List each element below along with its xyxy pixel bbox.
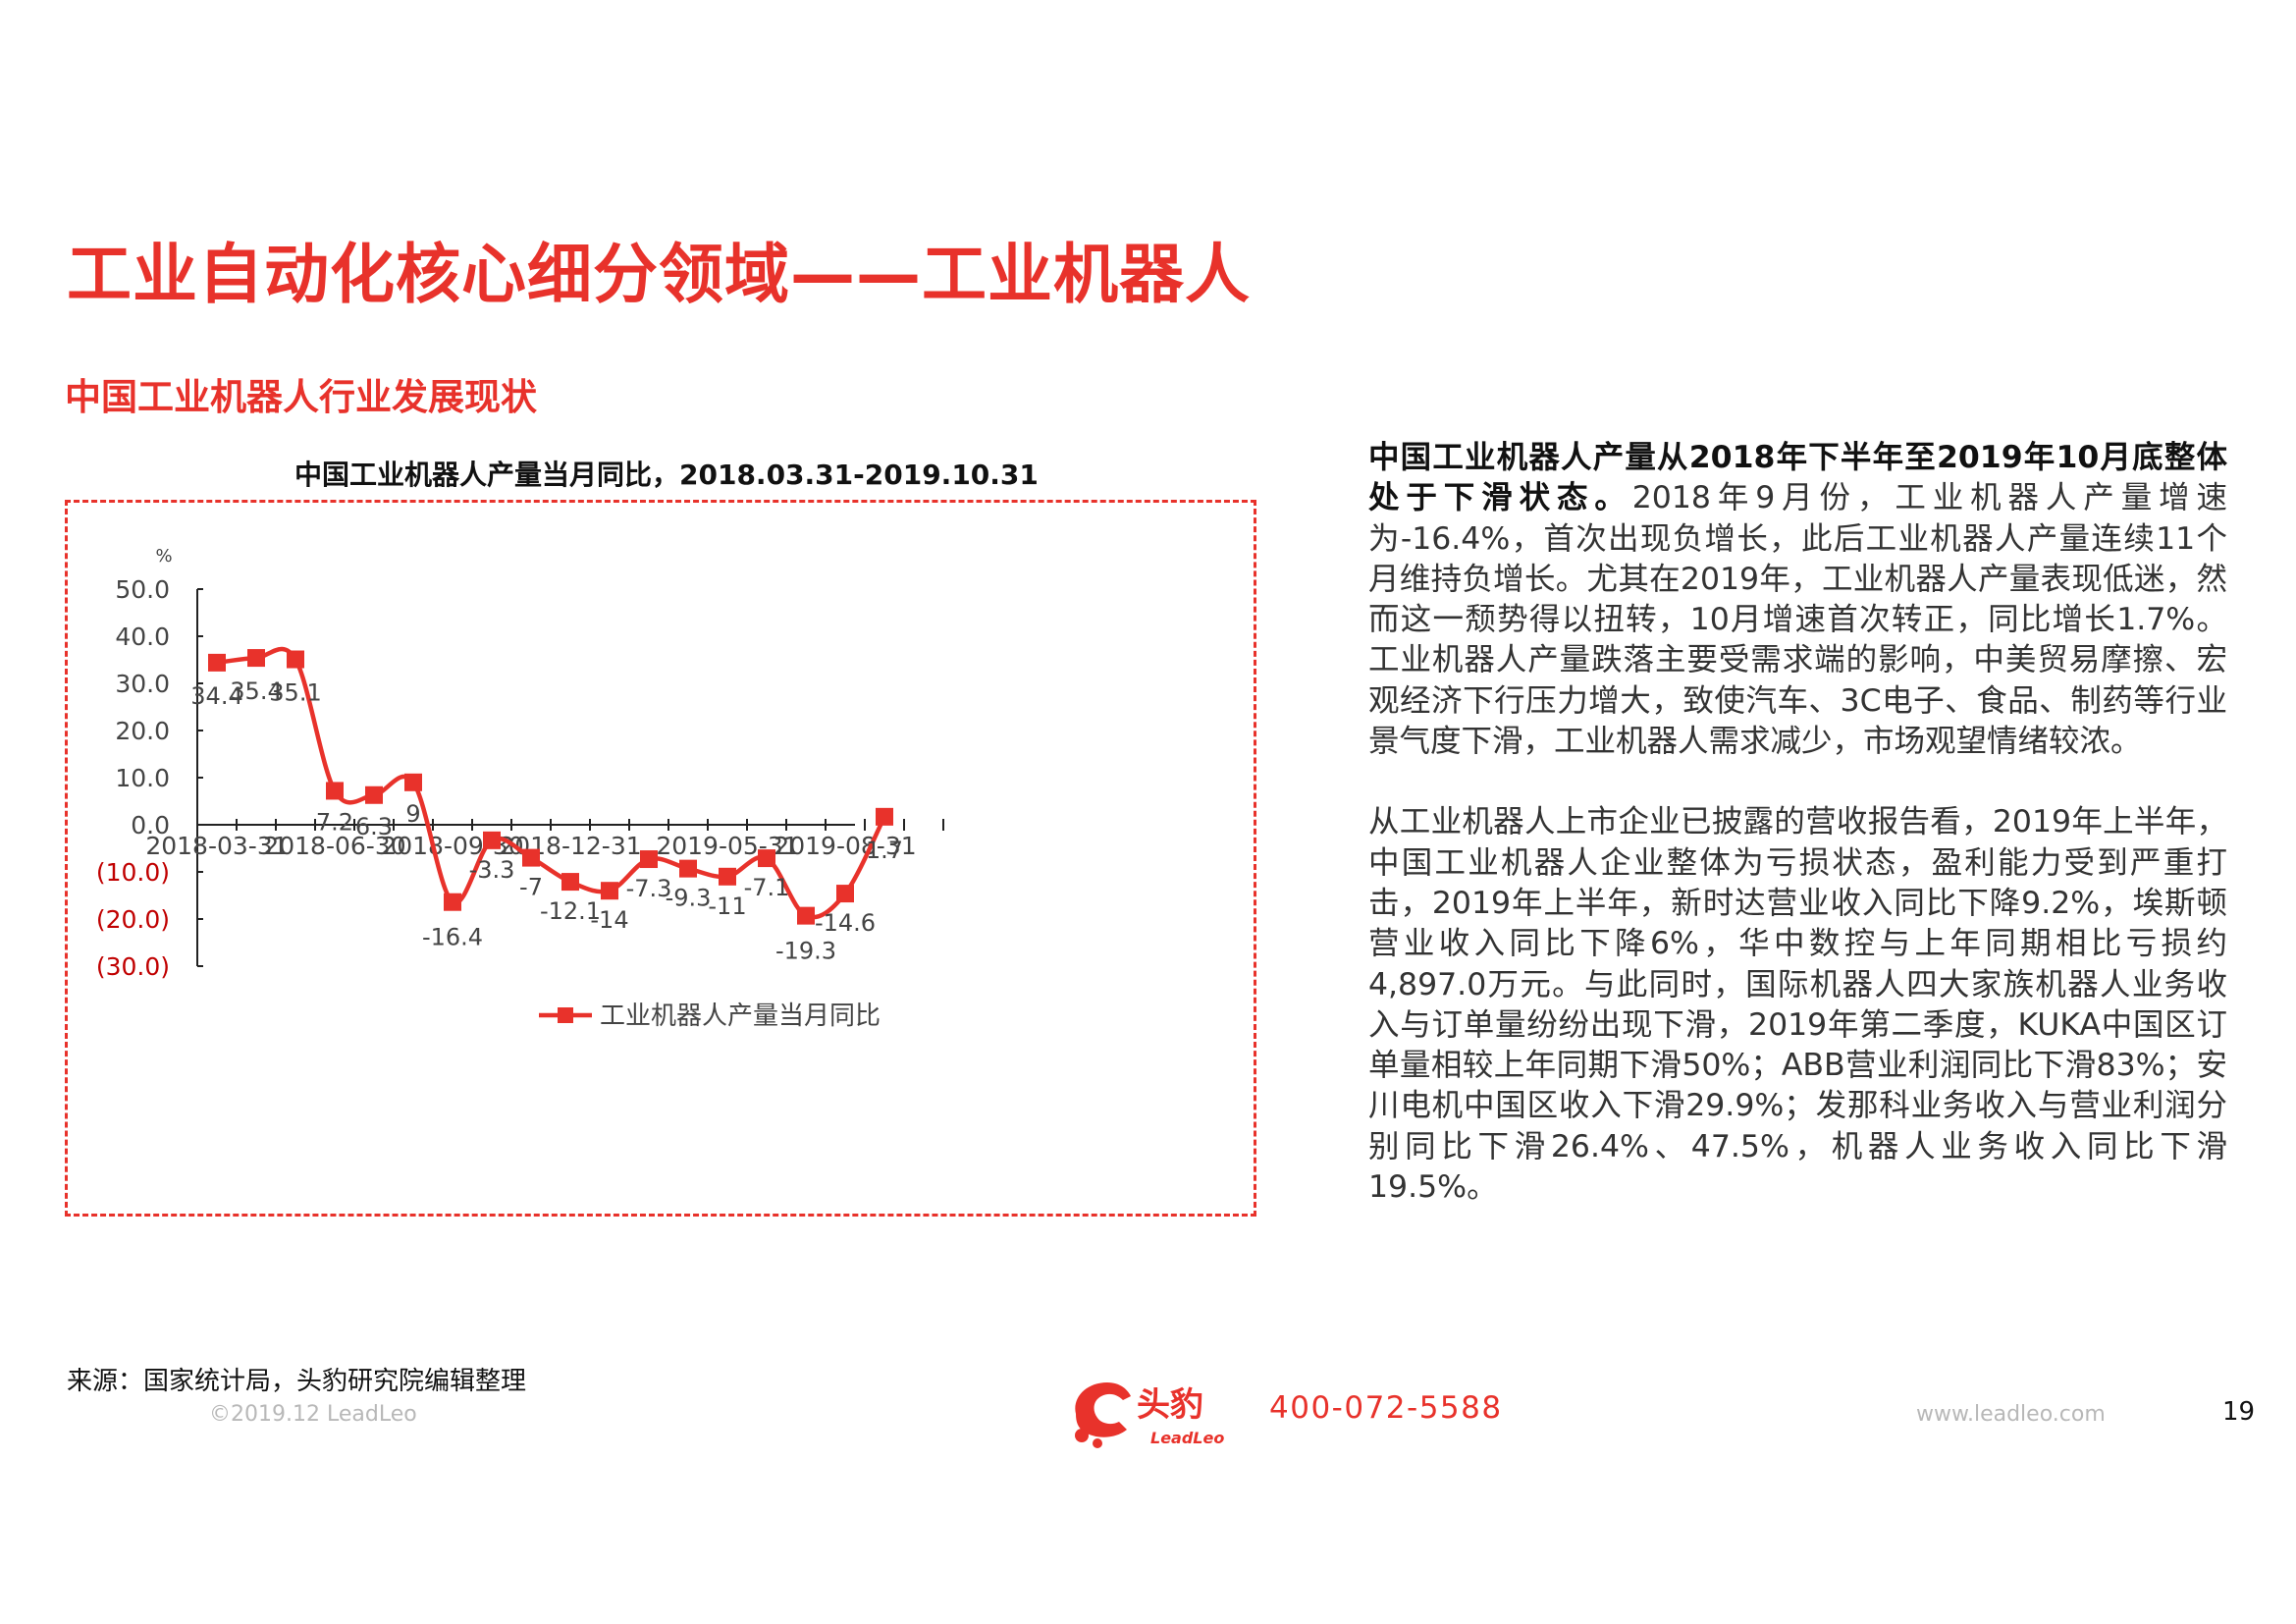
data-point xyxy=(797,906,815,925)
leadleo-logo: 头豹 LeadLeo xyxy=(1075,1382,1224,1448)
data-point xyxy=(876,807,893,826)
y-unit-label: % xyxy=(155,546,172,567)
contact-phone: 400-072-5588 xyxy=(1269,1390,1503,1426)
data-point xyxy=(561,873,579,892)
data-label: -16.4 xyxy=(422,924,483,951)
data-point xyxy=(444,893,461,911)
chart-title: 中国工业机器人产量当月同比，2018.03.31-2019.10.31 xyxy=(294,459,1039,491)
data-label: -7.1 xyxy=(744,874,790,901)
data-label: -3.3 xyxy=(469,856,515,884)
data-point xyxy=(365,785,383,804)
source-note: 来源：国家统计局，头豹研究院编辑整理 xyxy=(67,1367,527,1396)
data-label: 9 xyxy=(405,800,420,828)
y-tick-label: 50.0 xyxy=(115,575,170,604)
section-subtitle: 中国工业机器人行业发展现状 xyxy=(65,376,537,418)
data-point xyxy=(679,859,697,878)
data-point xyxy=(758,849,775,868)
y-tick-label: (30.0) xyxy=(96,952,170,981)
data-point xyxy=(836,885,854,903)
data-label: -11 xyxy=(708,893,746,920)
data-point xyxy=(719,867,736,886)
data-point xyxy=(326,782,344,800)
line-chart: %50.040.030.020.010.00.0(10.0)(20.0)(30.… xyxy=(96,546,944,1031)
y-tick-label: (20.0) xyxy=(96,905,170,934)
logo-cn: 头豹 xyxy=(1137,1385,1203,1425)
x-tick-label: 2018-12-31 xyxy=(499,832,641,860)
y-tick-label: 10.0 xyxy=(115,764,170,792)
data-label: -19.3 xyxy=(775,938,836,965)
legend-marker xyxy=(558,1007,573,1023)
y-tick-label: 40.0 xyxy=(115,623,170,651)
data-label: -14 xyxy=(590,906,628,934)
data-point xyxy=(483,831,501,849)
y-tick-label: (10.0) xyxy=(96,858,170,887)
data-label: 6.3 xyxy=(355,813,393,840)
data-point xyxy=(640,850,658,869)
website-link[interactable]: www.leadleo.com xyxy=(1916,1402,2106,1427)
data-label: 35.1 xyxy=(269,679,321,707)
copyright: ©2019.12 LeadLeo xyxy=(209,1402,417,1427)
page-title: 工业自动化核心细分领域——工业机器人 xyxy=(67,237,1251,312)
data-point xyxy=(287,650,304,669)
data-label: -14.6 xyxy=(815,909,876,937)
y-tick-label: 20.0 xyxy=(115,717,170,745)
data-point xyxy=(404,773,422,791)
paragraph-1: 中国工业机器人产量从2018年下半年至2019年10月底整体处于下滑状态。201… xyxy=(1368,438,2227,762)
page-number: 19 xyxy=(2222,1397,2256,1427)
leopard-head-icon xyxy=(1075,1382,1131,1448)
data-label: 7.2 xyxy=(316,808,353,836)
paragraph-2: 从工业机器人上市企业已披露的营收报告看，2019年上半年，中国工业机器人企业整体… xyxy=(1368,804,2227,1206)
data-point xyxy=(247,649,265,668)
data-point xyxy=(601,882,618,900)
data-point xyxy=(522,848,540,867)
legend-label: 工业机器人产量当月同比 xyxy=(600,1001,881,1031)
data-label: -9.3 xyxy=(666,885,712,912)
analysis-text: 中国工业机器人产量从2018年下半年至2019年10月底整体处于下滑状态。201… xyxy=(1368,438,2227,1248)
logo-en: LeadLeo xyxy=(1150,1429,1224,1447)
y-tick-label: 30.0 xyxy=(115,670,170,698)
data-label: 1.7 xyxy=(866,837,903,864)
paragraph-1-body: 2018年9月份，工业机器人产量增速为-16.4%，首次出现负增长，此后工业机器… xyxy=(1368,480,2227,760)
data-point xyxy=(208,653,226,672)
chart-frame: % 50.0 40.0 30.0 20.0 10.0 0.0 (10.0) (20.0) (30.… xyxy=(65,500,1256,1217)
